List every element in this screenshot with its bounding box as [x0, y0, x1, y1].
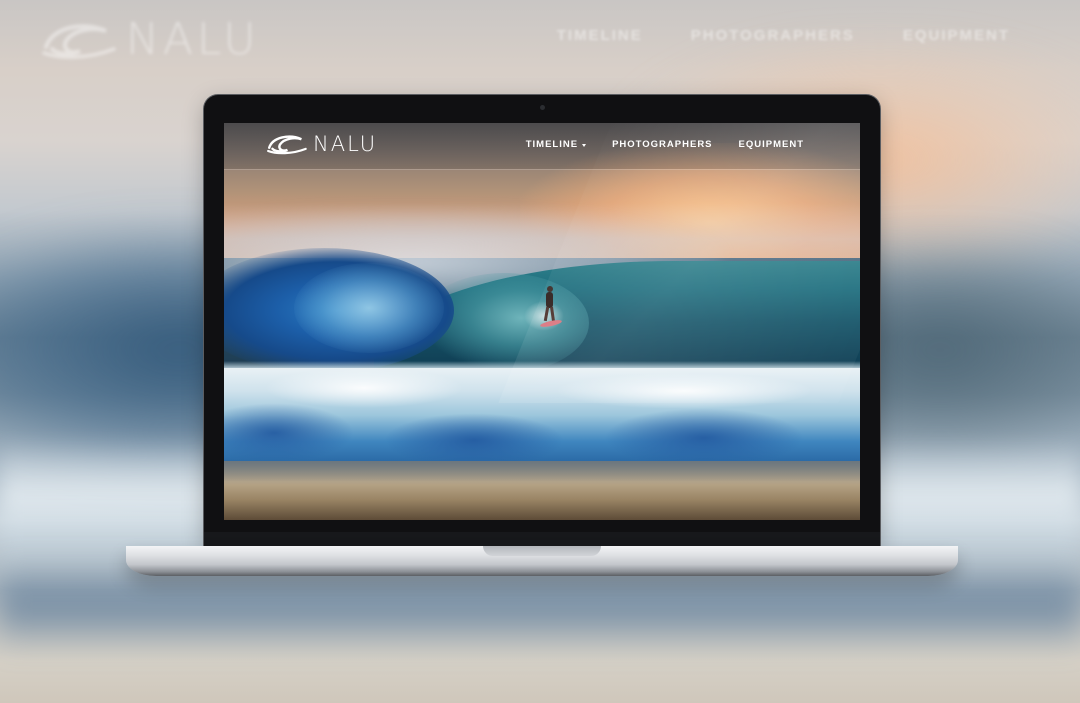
wave-icon — [42, 23, 116, 59]
whitewater-shine — [264, 368, 464, 408]
laptop-lid: NALU TIMELINE PHOTOGRAPHERS EQUIPMENT — [204, 95, 880, 546]
surfer — [539, 286, 563, 330]
whitewater-blob — [604, 408, 804, 468]
site-logo[interactable]: NALU — [266, 131, 377, 157]
nav-item-equipment[interactable]: EQUIPMENT — [739, 139, 804, 150]
whitewater-shine — [554, 373, 814, 409]
blurred-site-header: NALU TIMELINE PHOTOGRAPHERS EQUIPMENT — [0, 0, 1080, 80]
header-divider — [224, 169, 860, 170]
blurred-logo: NALU — [40, 14, 260, 65]
laptop-base — [126, 546, 958, 576]
chevron-down-icon — [582, 143, 587, 147]
laptop-screen: NALU TIMELINE PHOTOGRAPHERS EQUIPMENT — [224, 123, 860, 520]
site-header: NALU TIMELINE PHOTOGRAPHERS EQUIPMENT — [224, 123, 860, 170]
blurred-menu-item: PHOTOGRAPHERS — [690, 27, 855, 44]
wave-crash-highlight — [294, 263, 444, 353]
surfer-leg — [550, 306, 555, 322]
laptop-notch — [483, 546, 601, 556]
nav-item-label: PHOTOGRAPHERS — [612, 139, 713, 150]
hero-surf-photo — [224, 123, 860, 520]
nav-item-label: TIMELINE — [525, 139, 579, 150]
whitewater — [224, 368, 860, 473]
nav-item-photographers[interactable]: PHOTOGRAPHERS — [612, 139, 712, 150]
surfer-body — [546, 292, 553, 308]
nav-item-label: EQUIPMENT — [738, 139, 804, 150]
whitewater-blob — [224, 403, 354, 463]
site-nav: TIMELINE PHOTOGRAPHERS EQUIPMENT — [526, 139, 804, 150]
laptop-bezel-chin — [204, 532, 880, 546]
whitewater-blob — [384, 413, 564, 468]
wet-sand — [224, 461, 860, 485]
blurred-menu: TIMELINE PHOTOGRAPHERS EQUIPMENT — [557, 27, 1010, 44]
surfer-leg — [543, 306, 550, 322]
site-logo-text: NALU — [313, 132, 378, 156]
nav-item-timeline[interactable]: TIMELINE — [525, 139, 587, 150]
blurred-logo-text: NALU — [126, 14, 260, 65]
blurred-menu-item: EQUIPMENT — [902, 27, 1010, 44]
blurred-menu-item: TIMELINE — [556, 27, 643, 44]
laptop-camera — [540, 105, 545, 110]
wave-icon — [267, 135, 307, 155]
sand-shore — [224, 461, 860, 520]
